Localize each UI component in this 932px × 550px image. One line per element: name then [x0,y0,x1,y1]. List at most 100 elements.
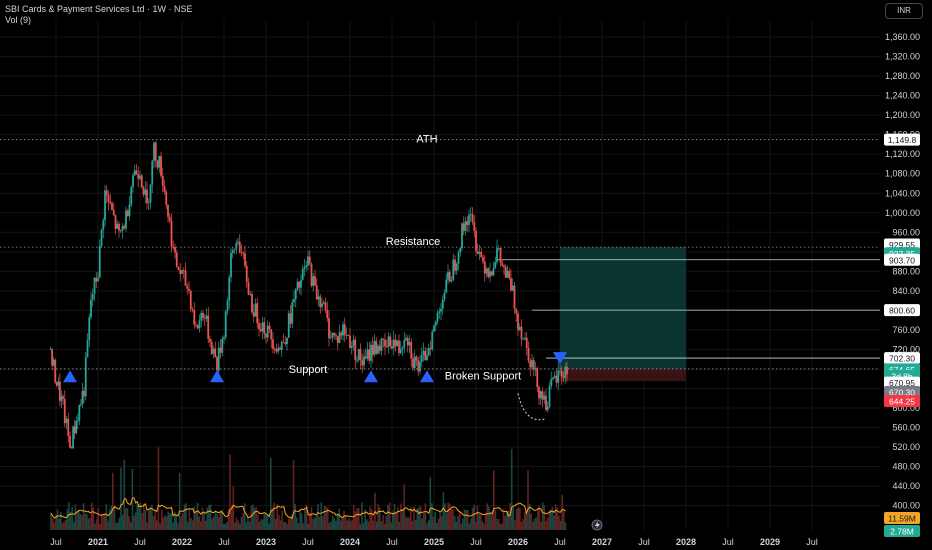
candle-body [408,342,411,346]
candle-body [517,313,519,330]
volume-bar [465,509,467,530]
volume-bar [313,517,316,530]
volume-bar [488,506,490,530]
volume-bar [216,513,218,530]
y-tick-label: 1,040.00 [885,188,920,198]
volume-bar [86,514,88,530]
x-tick-label: Jul [722,537,734,547]
candle-body [352,339,355,346]
candle-body [49,349,52,351]
bolt-icon[interactable] [591,519,603,531]
candle-body [445,279,448,293]
volume-bar [156,520,158,530]
volume-bar [263,514,266,530]
volume-bar [559,521,562,530]
volume-bar [56,509,59,530]
candle-body [510,278,512,291]
candle-body [76,420,79,422]
volume-bar [87,518,90,530]
volume-bar [250,506,253,530]
currency-button[interactable]: INR [885,3,923,19]
volume-bar [302,523,305,530]
candle-body [223,337,225,340]
volume-bar [453,516,456,530]
volume-bar [328,523,331,530]
grid-lines [0,20,880,530]
candle-body [249,294,252,295]
candle-body [83,390,85,397]
volume-bar [59,511,62,530]
candle-body [555,375,558,383]
price-chart[interactable]: ATH Resistance Support Broken Support 400.00… [0,0,932,550]
candle-body [265,333,267,338]
y-tick-label: 880.00 [892,266,920,276]
chart-header: SBI Cards & Payment Services Ltd · 1W · … [5,4,193,26]
candle-body [401,347,404,350]
volume-bar [211,518,213,530]
volume-bar [133,515,135,530]
candle-body [357,349,360,360]
candle-body [457,252,460,264]
volume-bar [103,513,106,530]
candle-body [326,309,329,318]
volume-bar [182,513,184,530]
target-zone [560,247,686,369]
volume-bar [419,505,422,530]
volume-bar [201,507,204,530]
support-marker-icon [364,370,378,383]
candle-body [126,210,129,217]
volume-bar [147,509,150,530]
volume-bar [382,515,384,530]
volume-bar [289,518,292,530]
candle-body [237,241,239,243]
volume-bar [299,510,301,530]
candle-body [385,346,388,348]
volume-bar [343,510,345,530]
volume-bar [439,512,441,530]
candle-body [293,299,295,303]
support-marker-icon [210,370,224,383]
volume-bar [554,504,557,530]
candle-body [298,281,301,288]
volume-bar [514,520,516,530]
candle-body [494,262,497,269]
volume-bar [320,502,323,530]
volume-bar [380,521,383,530]
volume-bar [370,509,373,530]
candle-body [539,391,542,399]
candle-body [111,203,113,210]
volume-bar [248,521,251,530]
volume-bar [536,509,539,530]
symbol-title[interactable]: SBI Cards & Payment Services Ltd · 1W · … [5,4,193,15]
x-tick-label: 2022 [172,537,192,547]
candle-body [513,285,516,309]
volume-bar [356,508,358,530]
volume-bar [81,514,83,530]
candle-body [121,225,124,231]
volume-bar [354,511,357,530]
candle-body [73,426,76,434]
candle-body [63,398,66,424]
volume-bar [195,511,197,530]
candle-body [312,276,315,286]
candle-body [58,381,61,401]
y-tick-label: 1,000.00 [885,208,920,218]
volume-bar [390,522,393,530]
candle-body [349,335,351,348]
candle-body [70,447,73,449]
candle-body [296,281,299,290]
volume-bar [346,520,349,530]
candle-body [538,386,540,399]
candle-body [482,257,484,262]
volume-bar [175,515,178,530]
candle-body [259,329,262,332]
volume-indicator-label[interactable]: Vol (9) [5,15,193,26]
volume-bar [318,517,321,530]
candle-body [438,311,441,313]
candle-body [525,337,528,349]
candle-body [506,271,509,278]
volume-bar [546,518,549,530]
candle-body [188,288,190,291]
candle-body [179,270,182,274]
y-axis: 400.00440.00480.00520.00560.00600.00640.… [885,32,920,511]
